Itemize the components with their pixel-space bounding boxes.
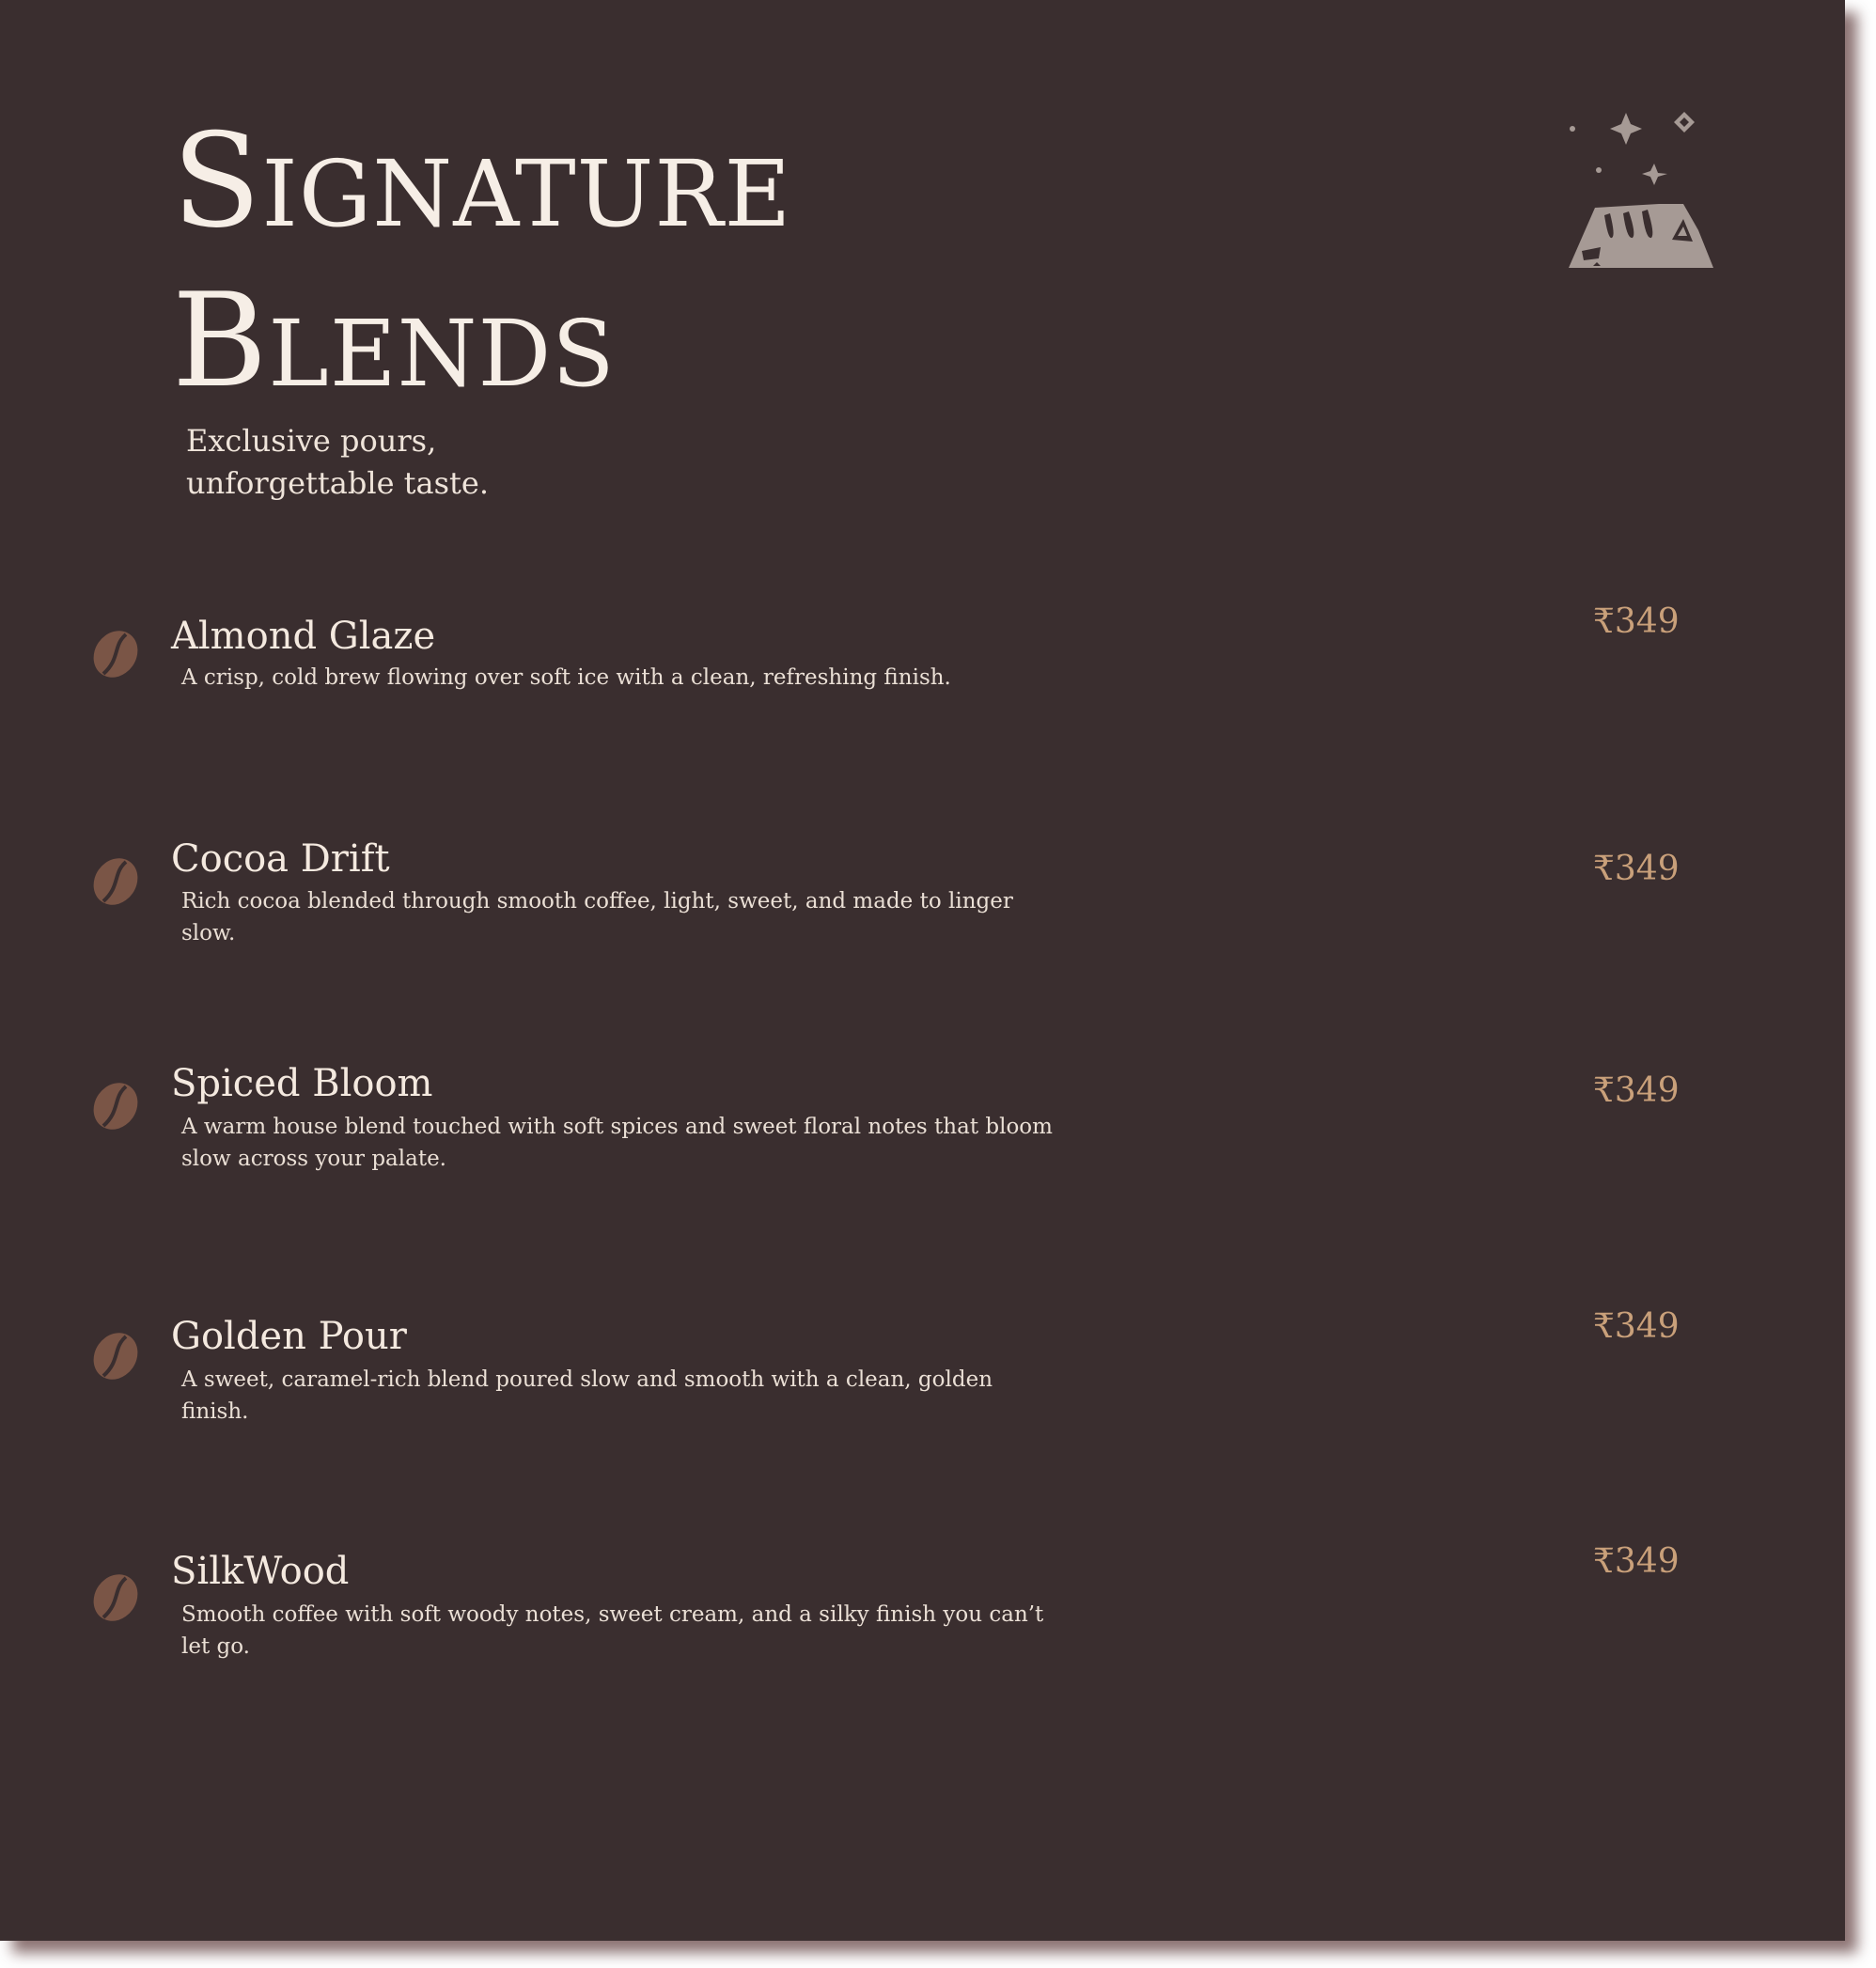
item-price: ₹349 xyxy=(1593,1542,1680,1581)
item-description: A crisp, cold brew flowing over soft ice… xyxy=(181,665,951,690)
coffee-bean-pile-sparkle-icon xyxy=(1569,112,1713,268)
page-subtitle: Exclusive pours, unforgettable taste. xyxy=(186,420,562,505)
coffee-bean-icon xyxy=(93,858,138,905)
item-name: Almond Glaze xyxy=(171,615,436,658)
menu-page: Signature Blends Exclusive pours, unforg… xyxy=(0,0,1845,1941)
coffee-bean-icon xyxy=(93,1083,138,1130)
coffee-bean-icon xyxy=(93,1574,138,1621)
item-name: Golden Pour xyxy=(171,1315,407,1358)
page-subtitle-line-2: unforgettable taste. xyxy=(186,465,489,501)
item-price: ₹349 xyxy=(1593,850,1680,888)
item-description: Rich cocoa blended through smooth coffee… xyxy=(181,889,1013,945)
item-description: A sweet, caramel-rich blend poured slow … xyxy=(181,1367,993,1424)
page-title-line-1: Signature xyxy=(172,105,792,257)
page-title-line-2: Blends xyxy=(172,265,616,416)
item-name: SilkWood xyxy=(171,1550,350,1593)
item-price: ₹349 xyxy=(1593,1307,1680,1346)
item-description: Smooth coffee with soft woody notes, swe… xyxy=(181,1602,1044,1659)
page-subtitle-line-1: Exclusive pours, xyxy=(186,423,437,459)
item-name: Cocoa Drift xyxy=(171,837,390,881)
item-name: Spiced Bloom xyxy=(171,1062,433,1105)
item-description: A warm house blend touched with soft spi… xyxy=(181,1115,1053,1171)
item-price: ₹349 xyxy=(1593,1071,1680,1110)
coffee-bean-icon xyxy=(93,1333,138,1380)
item-price: ₹349 xyxy=(1593,602,1680,641)
coffee-bean-icon xyxy=(93,631,138,678)
page-title: Signature Blends xyxy=(172,102,791,421)
